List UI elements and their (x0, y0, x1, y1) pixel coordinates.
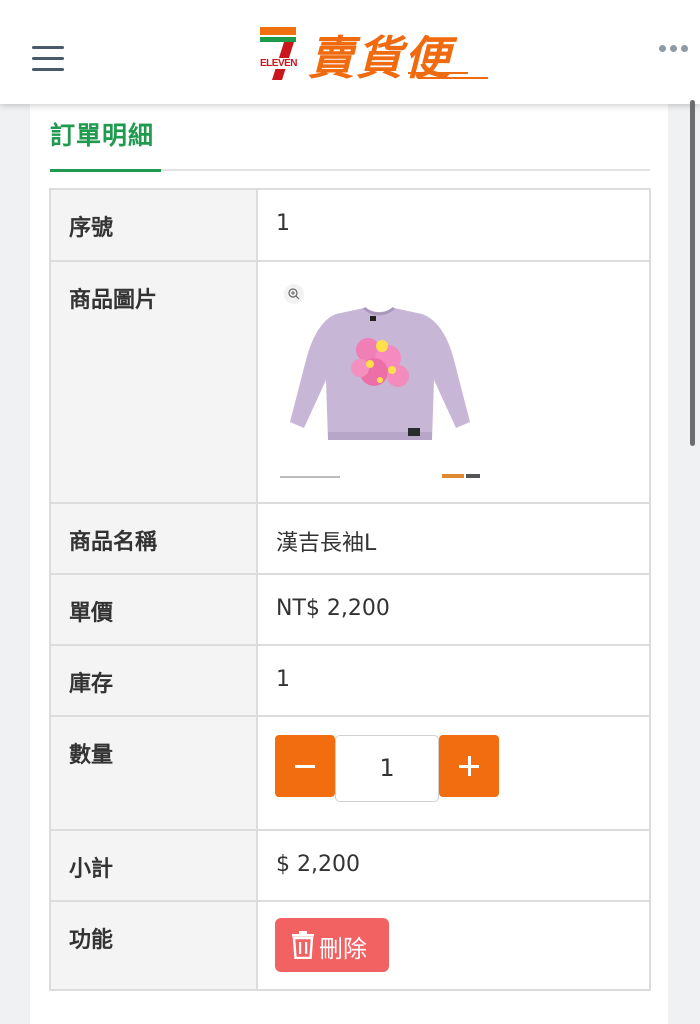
delete-label: 刪除 (319, 935, 367, 963)
decrement-button[interactable] (275, 735, 335, 797)
product-name-value: 漢吉長袖L (276, 531, 377, 556)
table-row-unit-price: 單價 NT$ 2,200 (51, 575, 649, 646)
serial-value: 1 (276, 211, 290, 236)
zoom-in-icon[interactable] (284, 284, 304, 304)
table-row-quantity: 數量 1 (51, 717, 649, 831)
subtotal-value: $ 2,200 (276, 852, 360, 877)
row-label: 功能 (51, 902, 258, 989)
increment-button[interactable] (439, 735, 499, 797)
row-label: 庫存 (51, 646, 258, 715)
product-image[interactable] (274, 280, 484, 486)
title-divider-accent (50, 169, 161, 172)
product-image-cell (258, 262, 649, 502)
row-label: 商品圖片 (51, 262, 258, 502)
row-label: 數量 (51, 717, 258, 829)
hamburger-icon[interactable] (32, 46, 64, 72)
table-row-actions: 功能 刪除 (51, 902, 649, 989)
actions-cell: 刪除 (258, 902, 649, 989)
table-row-subtotal: 小計 $ 2,200 (51, 831, 649, 902)
table-row-name: 商品名稱 漢吉長袖L (51, 504, 649, 575)
app-header: ELEVEN 賣貨便 (0, 0, 700, 104)
section-title: 訂單明細 (50, 121, 155, 150)
table-row-serial: 序號 1 (51, 190, 649, 262)
quantity-input[interactable]: 1 (335, 735, 439, 802)
seven-eleven-logo-icon (260, 27, 296, 80)
scrollbar[interactable] (690, 100, 695, 446)
table-row-image: 商品圖片 (51, 262, 649, 504)
stock-value: 1 (276, 667, 290, 692)
table-row-stock: 庫存 1 (51, 646, 649, 717)
logo-speed-lines-icon (408, 72, 488, 79)
delete-button[interactable]: 刪除 (275, 918, 389, 972)
unit-price-value: NT$ 2,200 (276, 596, 390, 621)
quantity-stepper: 1 (258, 717, 649, 829)
more-horizontal-icon[interactable] (656, 44, 690, 54)
row-label: 小計 (51, 831, 258, 900)
logo[interactable]: ELEVEN 賣貨便 (258, 24, 490, 85)
row-label: 商品名稱 (51, 504, 258, 573)
order-detail-table: 序號 1 商品圖片 商品名稱 漢吉長袖L 單價 NT$ 2,200 庫存 1 數… (49, 188, 651, 991)
trash-icon (292, 931, 314, 959)
row-label: 單價 (51, 575, 258, 644)
sweatshirt-illustration (280, 306, 480, 478)
logo-brand-word: ELEVEN (259, 58, 299, 69)
row-label: 序號 (51, 190, 258, 260)
